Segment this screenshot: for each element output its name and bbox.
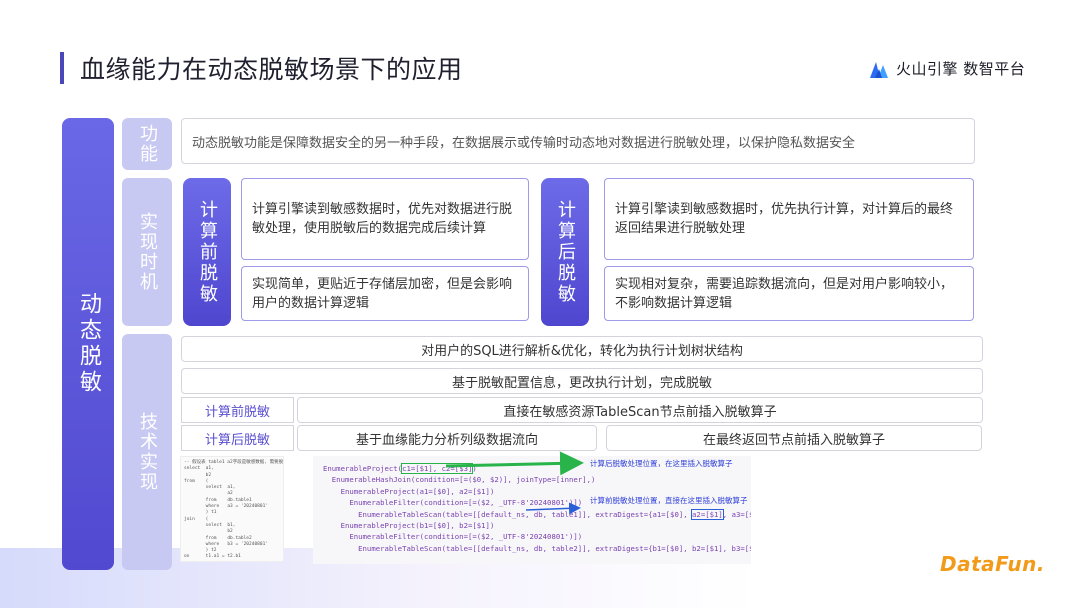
- annotation-arrows: [445, 451, 584, 515]
- arrow-after-position: [445, 451, 584, 476]
- note-after-position: 计算后脱敏处理位置，在这里插入脱敏算子: [590, 459, 733, 468]
- note-before-position: 计算前脱敏处理位置，直接在这里插入脱敏算子: [590, 496, 748, 505]
- datafun-logo: DataFun.: [940, 552, 1045, 576]
- arrow-before-position: [525, 502, 581, 515]
